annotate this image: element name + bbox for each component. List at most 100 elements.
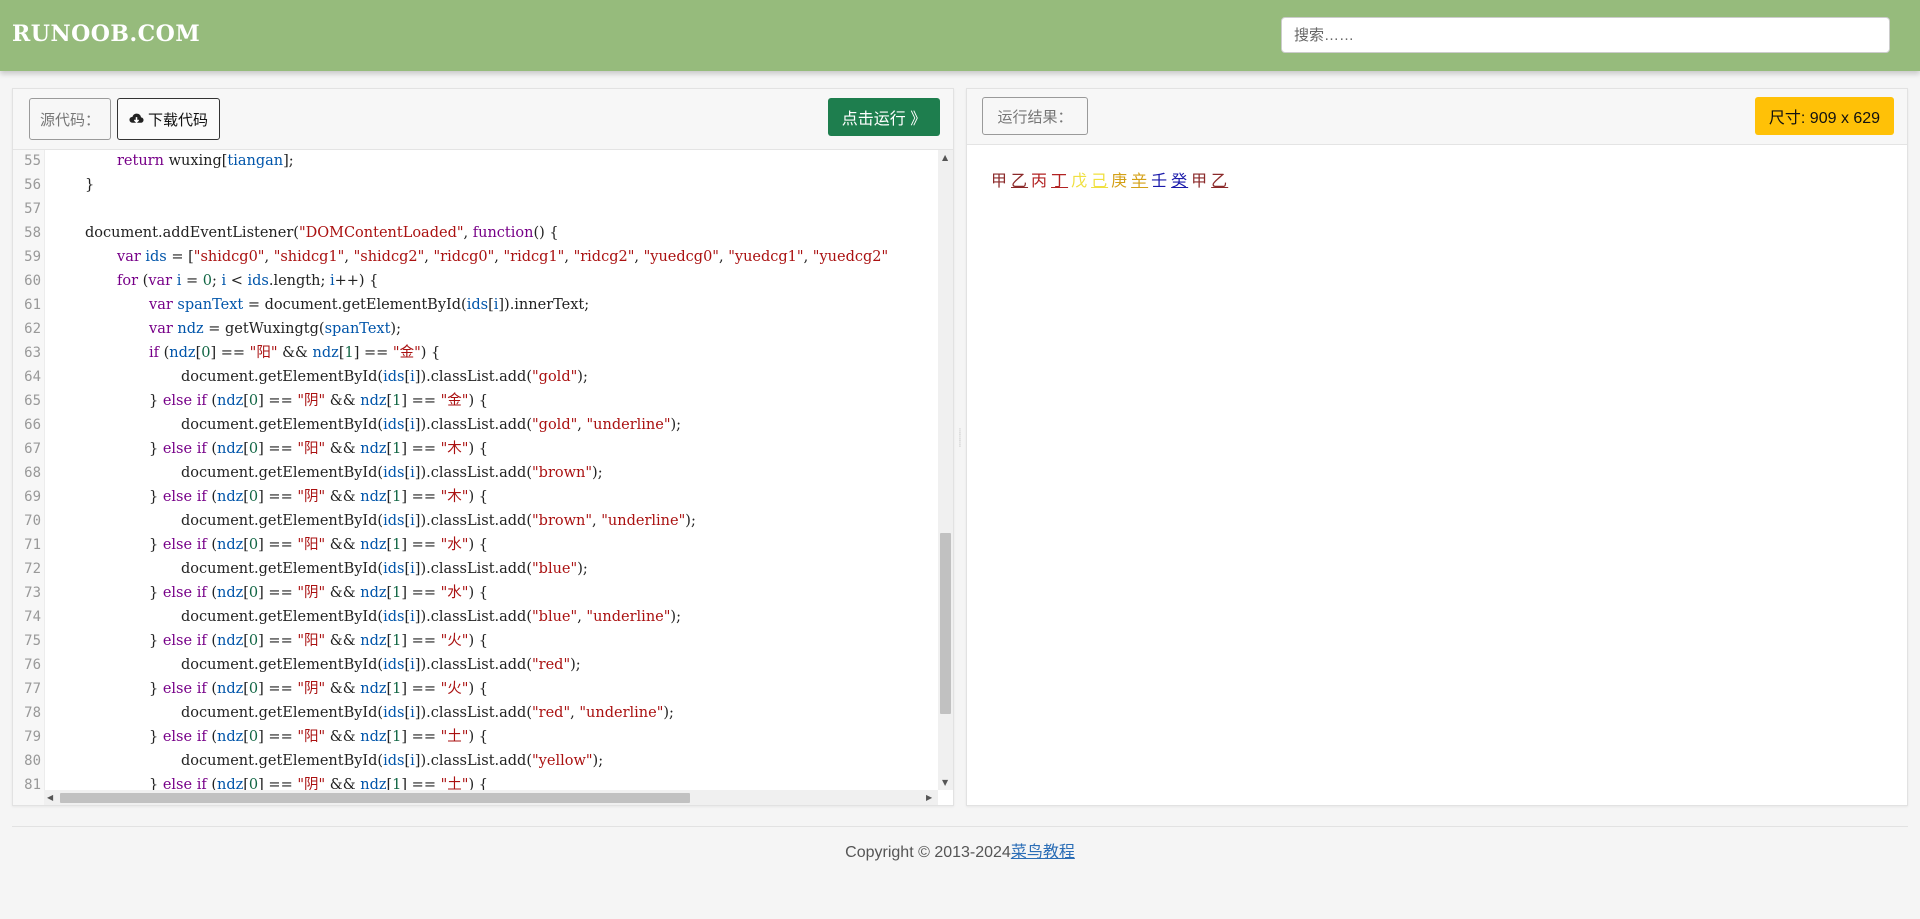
code-text: document.getElementById(ids[i]).classLis… — [181, 513, 696, 529]
result-char: 癸 — [1171, 171, 1189, 190]
code-text: var ndz = getWuxingtg(spanText); — [149, 321, 401, 337]
code-line: 81} else if (ndz[0] == "阴" && ndz[1] == … — [13, 773, 938, 790]
code-line: 72 document.getElementById(ids[i]).classL… — [13, 557, 938, 581]
code-text: } else if (ndz[0] == "阴" && ndz[1] == "金… — [149, 393, 488, 409]
code-text: document.getElementById(ids[i]).classLis… — [181, 465, 603, 481]
scroll-down-arrow-icon[interactable]: ▼ — [942, 779, 948, 787]
footer: Copyright © 2013-2024菜鸟教程 — [0, 838, 1920, 862]
line-number: 77 — [24, 681, 41, 697]
result-char: 戊 — [1071, 171, 1089, 190]
line-number: 65 — [24, 393, 41, 409]
result-char: 乙 — [1211, 171, 1229, 190]
line-number: 66 — [24, 417, 41, 433]
code-lines: 55 return wuxing[tiangan]; 56} 57 58 document… — [13, 150, 938, 790]
code-editor[interactable]: 55 return wuxing[tiangan]; 56} 57 58 document… — [13, 150, 953, 805]
line-number: 73 — [24, 585, 41, 601]
line-number: 70 — [24, 513, 41, 529]
code-text: document.getElementById(ids[i]).classLis… — [181, 369, 588, 385]
code-text: } — [85, 177, 95, 193]
code-line: 60 for (var i = 0; i < ids.length; i++) { — [13, 269, 938, 293]
code-text: document.getElementById(ids[i]).classLis… — [181, 705, 674, 721]
horizontal-scrollbar[interactable]: ◀ ▶ — [44, 790, 938, 805]
line-number: 81 — [24, 777, 41, 790]
scroll-left-arrow-icon[interactable]: ◀ — [47, 794, 53, 802]
code-line: 67} else if (ndz[0] == "阳" && ndz[1] == … — [13, 437, 938, 461]
code-line: 64 document.getElementById(ids[i]).classL… — [13, 365, 938, 389]
code-text: document.getElementById(ids[i]).classLis… — [181, 753, 604, 769]
line-number: 68 — [24, 465, 41, 481]
code-line: 73 } else if (ndz[0] == "阴" && ndz[1] == … — [13, 581, 938, 605]
line-number: 69 — [24, 489, 41, 505]
code-text: var ids = ["shidcg0", "shidcg1", "shidcg… — [117, 249, 889, 265]
code-text: } else if (ndz[0] == "阳" && ndz[1] == "木… — [149, 441, 488, 457]
code-line: 69 } else if (ndz[0] == "阴" && ndz[1] == … — [13, 485, 938, 509]
line-number: 64 — [24, 369, 41, 385]
footer-divider — [12, 826, 1908, 827]
line-number: 63 — [24, 345, 41, 361]
code-line: 65 } else if (ndz[0] == "阴" && ndz[1] == … — [13, 389, 938, 413]
result-output: 甲乙丙丁戊己庚辛壬癸甲乙 — [991, 167, 1231, 191]
result-char: 乙 — [1011, 171, 1029, 190]
code-line: 68 document.getElementById(ids[i]).classL… — [13, 461, 938, 485]
code-text: document.getElementById(ids[i]).classLis… — [181, 609, 681, 625]
code-text: } else if (ndz[0] == "阴" && ndz[1] == "木… — [149, 489, 488, 505]
code-line: 80 document.getElementById(ids[i]).classL… — [13, 749, 938, 773]
line-number: 78 — [24, 705, 41, 721]
site-logo[interactable]: RUNOOB.COM — [12, 21, 200, 47]
footer-link[interactable]: 菜鸟教程 — [1011, 844, 1075, 861]
result-char: 己 — [1091, 171, 1109, 190]
code-line: 75 } else if (ndz[0] == "阳" && ndz[1] == … — [13, 629, 938, 653]
line-number: 59 — [24, 249, 41, 265]
code-line: 62 var ndz = getWuxingtg(spanText); — [13, 317, 938, 341]
code-line: 59 var ids = ["shidcg0", "shidcg1", "shid… — [13, 245, 938, 269]
line-number: 61 — [24, 297, 41, 313]
result-char: 庚 — [1111, 171, 1129, 190]
code-line: 78 document.getElementById(ids[i]).classL… — [13, 701, 938, 725]
line-number: 71 — [24, 537, 41, 553]
code-line: 56} — [13, 173, 938, 197]
code-text: } else if (ndz[0] == "阴" && ndz[1] == "水… — [149, 585, 488, 601]
result-char: 甲 — [1191, 171, 1209, 190]
result-char: 壬 — [1151, 171, 1169, 190]
scroll-right-arrow-icon[interactable]: ▶ — [926, 794, 932, 802]
run-button[interactable]: 点击运行 》 — [828, 98, 940, 136]
scroll-up-arrow-icon[interactable]: ▲ — [942, 154, 948, 162]
result-char: 丙 — [1031, 171, 1049, 190]
code-line: 58 document.addEventListener("DOMContentL… — [13, 221, 938, 245]
line-number: 62 — [24, 321, 41, 337]
code-line: 55 return wuxing[tiangan]; — [13, 150, 938, 173]
code-text: if (ndz[0] == "阳" && ndz[1] == "金") { — [149, 345, 441, 361]
code-line: 63 if (ndz[0] == "阳" && ndz[1] == "金") { — [13, 341, 938, 365]
panel-resize-handle[interactable]: ⁞ ⁞ ⁞ — [958, 428, 962, 460]
code-text: } else if (ndz[0] == "阳" && ndz[1] == "水… — [149, 537, 488, 553]
line-number: 76 — [24, 657, 41, 673]
code-line: 66 document.getElementById(ids[i]).classL… — [13, 413, 938, 437]
line-number: 79 — [24, 729, 41, 745]
code-line: 79} else if (ndz[0] == "阳" && ndz[1] == … — [13, 725, 938, 749]
copyright-text: Copyright © 2013-2024 — [845, 844, 1011, 861]
source-code-panel: 源代码： 下载代码 点击运行 》 55 return wuxing[tiangan… — [12, 88, 954, 806]
code-line: 61 var spanText = document.getElementById… — [13, 293, 938, 317]
code-text: document.getElementById(ids[i]).classLis… — [181, 417, 682, 433]
line-number: 55 — [24, 153, 41, 169]
line-number: 56 — [24, 177, 41, 193]
top-header: RUNOOB.COM — [0, 0, 1920, 71]
code-text: return wuxing[tiangan]; — [117, 153, 294, 169]
code-text: } else if (ndz[0] == "阴" && ndz[1] == "火… — [149, 681, 488, 697]
search-input[interactable] — [1281, 17, 1890, 53]
line-number: 60 — [24, 273, 41, 289]
result-toolbar: 运行结果： 尺寸: 909 x 629 — [967, 89, 1907, 145]
result-char: 辛 — [1131, 171, 1149, 190]
code-text: } else if (ndz[0] == "阳" && ndz[1] == "火… — [149, 633, 488, 649]
code-line: 57 — [13, 197, 938, 221]
size-badge: 尺寸: 909 x 629 — [1755, 97, 1894, 135]
line-number: 75 — [24, 633, 41, 649]
horizontal-scroll-thumb[interactable] — [60, 793, 690, 803]
vertical-scroll-thumb[interactable] — [940, 533, 951, 714]
result-char: 甲 — [991, 171, 1009, 190]
download-code-button[interactable]: 下载代码 — [117, 98, 220, 140]
source-code-label: 源代码： — [29, 98, 111, 140]
code-text: document.addEventListener("DOMContentLoa… — [85, 225, 559, 241]
vertical-scrollbar[interactable]: ▲ ▼ — [938, 150, 953, 790]
code-text: document.getElementById(ids[i]).classLis… — [181, 657, 581, 673]
